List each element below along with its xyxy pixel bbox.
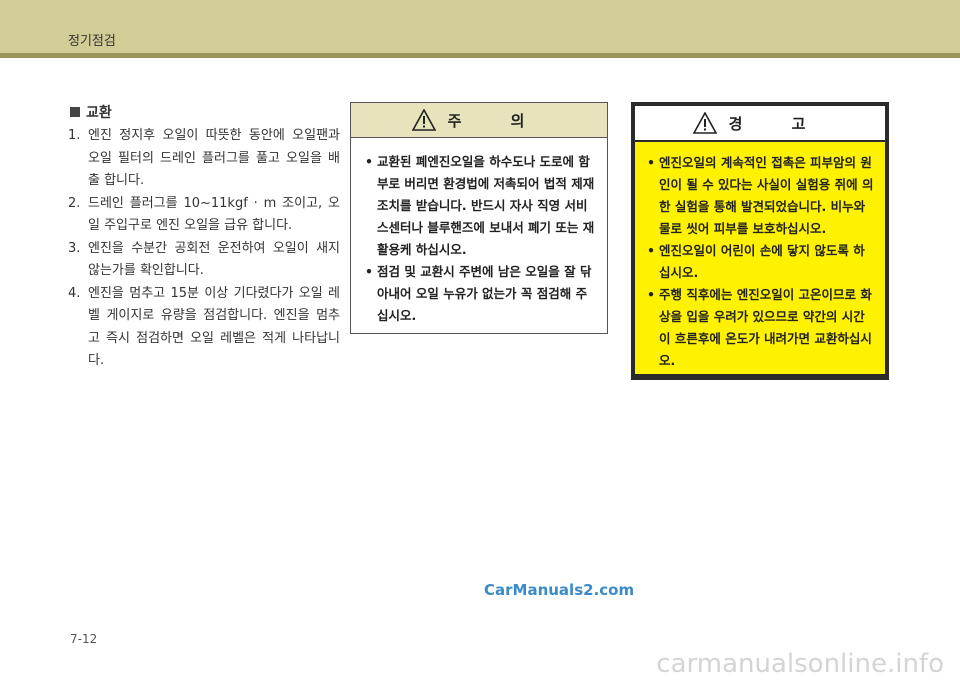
step-text: 드레인 플러그를 10~11kgf · m 조이고, 오일 주입구로 엔진 오일… (88, 195, 340, 234)
warning-item: • 엔진오일이 어린이 손에 닿지 않도록 하십시오. (647, 240, 875, 284)
section-heading-text: 교환 (86, 105, 112, 121)
caution-item: • 교환된 폐엔진오일을 하수도나 도로에 함부로 버리면 환경법에 저촉되어 … (365, 151, 595, 261)
step-text: 엔진을 수분간 공회전 운전하여 오일이 새지 않는가를 확인합니다. (88, 240, 340, 279)
watermark-link[interactable]: CarManuals2.com (484, 581, 634, 599)
caution-title: 주 의 (447, 111, 547, 130)
caution-box: 주 의 • 교환된 폐엔진오일을 하수도나 도로에 함부로 버리면 환경법에 저… (350, 102, 608, 334)
header-rule (0, 53, 960, 58)
caution-header: 주 의 (351, 103, 607, 138)
bullet-dot: • (647, 287, 655, 302)
header-title: 정기점검 (68, 34, 116, 49)
warning-box: 경 고 • 엔진오일의 계속적인 접촉은 피부암의 원인이 될 수 있다는 사실… (631, 102, 889, 380)
warning-item: • 주행 직후에는 엔진오일이 고온이므로 화상을 입을 우려가 있으므로 약간… (647, 284, 875, 372)
bullet-dot: • (365, 154, 373, 169)
warning-body: • 엔진오일의 계속적인 접촉은 피부암의 원인이 될 수 있다는 사실이 실험… (635, 142, 885, 374)
step-number: 3. (68, 240, 81, 256)
footer-watermark: carmanualsonline.info (656, 649, 944, 679)
bullet-dot: • (647, 243, 655, 258)
warning-triangle-icon (411, 109, 436, 131)
warning-item-text: 엔진오일이 어린이 손에 닿지 않도록 하십시오. (659, 243, 865, 280)
step-text: 엔진 정지후 오일이 따뜻한 동안에 오일팬과 오일 필터의 드레인 플러그를 … (88, 128, 340, 188)
steps-list: 1. 엔진 정지후 오일이 따뜻한 동안에 오일팬과 오일 필터의 드레인 플러… (68, 125, 340, 373)
step-text: 엔진을 멈추고 15분 이상 기다렸다가 오일 레벨 게이지로 유량을 점검합니… (88, 285, 340, 369)
warning-item: • 엔진오일의 계속적인 접촉은 피부암의 원인이 될 수 있다는 사실이 실험… (647, 152, 875, 240)
page-number: 7-12 (70, 632, 98, 646)
caution-item: • 점검 및 교환시 주변에 남은 오일을 잘 닦아내어 오일 누유가 없는가 … (365, 261, 595, 327)
warning-item-text: 주행 직후에는 엔진오일이 고온이므로 화상을 입을 우려가 있으므로 약간의 … (659, 287, 872, 368)
step-item: 1. 엔진 정지후 오일이 따뜻한 동안에 오일팬과 오일 필터의 드레인 플러… (68, 125, 340, 193)
step-number: 1. (68, 128, 81, 143)
bullet-dot: • (365, 264, 373, 279)
bullet-dot: • (647, 155, 655, 170)
caution-list: • 교환된 폐엔진오일을 하수도나 도로에 함부로 버리면 환경법에 저촉되어 … (351, 138, 607, 327)
caution-item-text: 교환된 폐엔진오일을 하수도나 도로에 함부로 버리면 환경법에 저촉되어 법적… (377, 154, 595, 257)
step-item: 2. 드레인 플러그를 10~11kgf · m 조이고, 오일 주입구로 엔진… (68, 193, 340, 238)
step-item: 3. 엔진을 수분간 공회전 운전하여 오일이 새지 않는가를 확인합니다. (68, 238, 340, 283)
caution-item-text: 점검 및 교환시 주변에 남은 오일을 잘 닦아내어 오일 누유가 없는가 꼭 … (377, 264, 592, 323)
warning-title: 경 고 (728, 114, 828, 133)
page-header: 정기점검 (0, 0, 960, 53)
warning-header: 경 고 (635, 106, 885, 142)
step-number: 4. (68, 285, 81, 301)
warning-item-text: 엔진오일의 계속적인 접촉은 피부암의 원인이 될 수 있다는 사실이 실험용 … (659, 155, 874, 236)
section-heading: 교환 (70, 102, 112, 122)
warning-triangle-icon (692, 112, 717, 134)
step-item: 4. 엔진을 멈추고 15분 이상 기다렸다가 오일 레벨 게이지로 유량을 점… (68, 283, 340, 373)
step-number: 2. (68, 195, 81, 211)
warning-list: • 엔진오일의 계속적인 접촉은 피부암의 원인이 될 수 있다는 사실이 실험… (635, 142, 885, 372)
square-bullet-icon (70, 107, 80, 117)
